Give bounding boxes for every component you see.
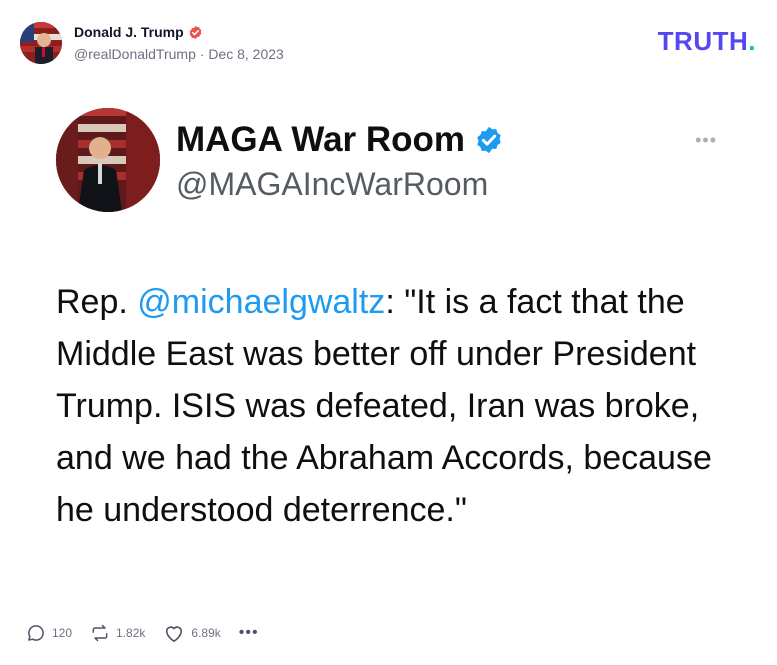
blue-verified-icon: [474, 125, 504, 155]
author-avatar[interactable]: [20, 22, 62, 64]
embedded-mention: @michaelgwaltz: [137, 283, 386, 321]
verified-badge-icon: [188, 25, 203, 40]
embedded-more-icon: •••: [695, 130, 717, 150]
author-name[interactable]: Donald J. Trump: [74, 23, 184, 41]
embedded-post-text: Rep. @michaelgwaltz: "It is a fact that …: [56, 276, 736, 536]
meta-separator: ·: [199, 46, 205, 62]
reply-icon: [28, 625, 44, 641]
embedded-post-image[interactable]: MAGA War Room @MAGAIncWarRoom ••• Rep. @…: [0, 80, 777, 600]
like-count: 6.89k: [191, 626, 221, 640]
embedded-avatar: [56, 108, 160, 212]
embedded-author-name: MAGA War Room: [176, 120, 466, 159]
author-block: Donald J. Trump @realDonaldTrump · Dec 8…: [74, 23, 284, 63]
truth-logo-dot: .: [748, 26, 756, 56]
post-actions: 120 1.82k 6.89k •••: [26, 622, 277, 644]
repost-icon: [92, 624, 108, 642]
repost-button[interactable]: 1.82k: [90, 623, 145, 643]
embedded-text-prefix: Rep.: [56, 283, 138, 321]
post-header: Donald J. Trump @realDonaldTrump · Dec 8…: [20, 21, 284, 65]
like-button[interactable]: 6.89k: [163, 623, 221, 643]
repost-count: 1.82k: [116, 626, 146, 640]
more-options-button[interactable]: •••: [239, 624, 259, 642]
heart-icon: [166, 626, 183, 642]
reply-count: 120: [52, 626, 73, 640]
author-row: Donald J. Trump: [74, 23, 284, 41]
author-meta: @realDonaldTrump · Dec 8, 2023: [74, 45, 284, 63]
post-date[interactable]: Dec 8, 2023: [208, 46, 284, 62]
truth-logo[interactable]: TRUTH.: [658, 26, 756, 56]
embedded-name-row: MAGA War Room: [176, 120, 504, 160]
more-options-icon: •••: [238, 624, 259, 641]
embedded-author-handle: @MAGAIncWarRoom: [176, 166, 489, 202]
reply-button[interactable]: 120: [26, 623, 72, 643]
truth-logo-text: TRUTH: [657, 26, 749, 56]
author-handle[interactable]: @realDonaldTrump: [74, 46, 196, 62]
